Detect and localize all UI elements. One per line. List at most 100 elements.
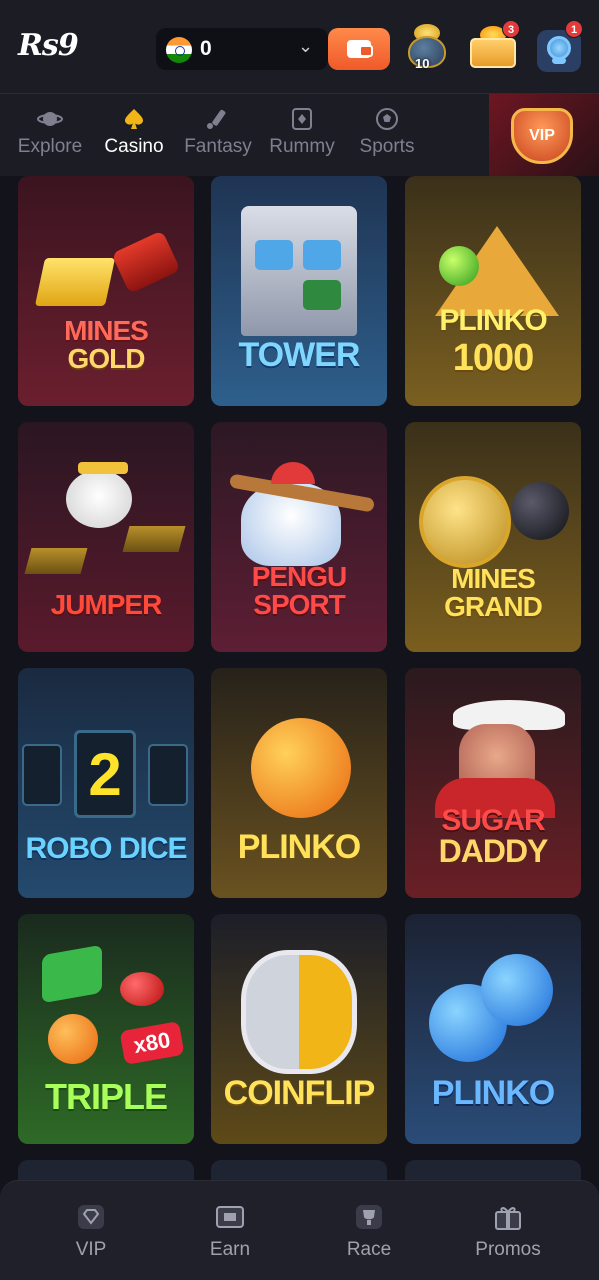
- nav-item-label: Sports: [359, 136, 415, 157]
- game-card-mines-gold[interactable]: MINES GOLD: [18, 176, 194, 406]
- game-card-coinflip[interactable]: COINFLIP: [211, 914, 387, 1144]
- notification-badge: 1: [565, 20, 583, 38]
- blue-ball-icon: [481, 954, 553, 1026]
- nav-item-label: Explore: [17, 136, 83, 157]
- vip-shield-icon: VIP: [511, 108, 573, 164]
- wallet-icon: [347, 40, 373, 58]
- game-card-triple[interactable]: x80 TRIPLE: [18, 914, 194, 1144]
- multiplier-badge-icon: x80: [119, 1021, 185, 1065]
- wallet-button[interactable]: [328, 28, 390, 70]
- vip-banner-button[interactable]: VIP: [489, 94, 599, 176]
- game-title: ROBO DICE: [25, 832, 187, 865]
- india-flag-icon: [166, 37, 192, 63]
- game-title: GOLD: [67, 343, 146, 374]
- bonus-pot-button[interactable]: 10: [404, 18, 450, 72]
- chevron-down-icon: ⌄: [298, 36, 314, 56]
- notification-badge: 3: [502, 20, 520, 38]
- game-title: TRIPLE: [44, 1076, 168, 1117]
- game-title: MINES: [451, 563, 536, 594]
- green-ball-icon: [439, 246, 479, 286]
- game-title: GRAND: [444, 591, 543, 622]
- game-card-plinko-blue[interactable]: PLINKO: [405, 914, 581, 1144]
- nav-item-fantasy[interactable]: Fantasy: [180, 108, 256, 168]
- game-card-robo-dice[interactable]: 2 ROBO DICE: [18, 668, 194, 898]
- panda-icon: [66, 470, 132, 528]
- tab-label: Promos: [475, 1239, 541, 1260]
- game-card-plinko[interactable]: PLINKO: [211, 668, 387, 898]
- tab-label: Earn: [209, 1239, 251, 1260]
- game-card-plinko-1000[interactable]: PLINKO 1000: [405, 176, 581, 406]
- nav-item-label: Casino: [104, 136, 164, 157]
- tab-label: Race: [346, 1239, 392, 1260]
- coin-icon: [241, 950, 357, 1074]
- game-card-jumper[interactable]: JUMPER: [18, 422, 194, 652]
- cards-icon: [292, 108, 312, 130]
- spade-icon: [124, 109, 144, 129]
- tab-earn[interactable]: Earn: [185, 1203, 275, 1261]
- game-title: SUGAR: [441, 804, 545, 837]
- dice-display-icon: [148, 744, 188, 806]
- balance-selector[interactable]: 0 ⌄: [156, 28, 328, 70]
- game-card-sugar-daddy[interactable]: SUGAR DADDY: [405, 668, 581, 898]
- game-title: MINES: [64, 315, 149, 346]
- chest-icon: [470, 38, 516, 68]
- trophy-icon: [356, 1205, 382, 1229]
- santa-hat-icon: [271, 462, 315, 484]
- gold-coin-icon: [419, 476, 511, 568]
- question-tile-icon: [255, 240, 293, 270]
- balance-amount: 0: [200, 37, 212, 60]
- castle-tower-icon: [241, 206, 357, 336]
- game-title: TOWER: [238, 336, 361, 374]
- nav-item-sports[interactable]: Sports: [352, 108, 422, 168]
- dice-display-icon: [22, 744, 62, 806]
- game-title: PLINKO: [237, 828, 361, 866]
- vip-label: VIP: [529, 127, 555, 144]
- nav-item-explore[interactable]: Explore: [12, 108, 88, 168]
- cricket-bat-icon: [207, 109, 226, 129]
- game-title: PLINKO: [439, 304, 547, 337]
- planet-icon: [37, 112, 63, 126]
- brand-logo[interactable]: Rs9: [18, 28, 79, 63]
- orange-ball-icon: [251, 718, 351, 818]
- platform-icon: [122, 526, 186, 552]
- sunglasses-icon: [78, 462, 128, 474]
- game-title: PENGU: [251, 561, 348, 592]
- game-title: SPORT: [253, 589, 345, 620]
- game-title: 1000: [452, 337, 535, 379]
- nav-item-label: Fantasy: [184, 136, 252, 157]
- diamond-icon: [78, 1205, 104, 1229]
- pot-count: 10: [415, 56, 430, 71]
- nav-item-label: Rummy: [269, 136, 335, 157]
- dice-display-icon: 2: [74, 730, 136, 818]
- top-bar: Rs9 0 ⌄ 10 3 1: [0, 0, 599, 94]
- grape-tile-icon: [42, 944, 102, 1004]
- tab-promos[interactable]: Promos: [463, 1203, 553, 1261]
- game-card-mines-grand[interactable]: MINES GRAND: [405, 422, 581, 652]
- football-icon: [376, 108, 398, 130]
- nav-item-rummy[interactable]: Rummy: [264, 108, 340, 168]
- gem-tile-icon: [303, 280, 341, 310]
- tab-vip[interactable]: VIP: [46, 1203, 136, 1261]
- nav-item-casino[interactable]: Casino: [100, 108, 168, 168]
- game-card-tower[interactable]: TOWER: [211, 176, 387, 406]
- game-title: DADDY: [438, 833, 549, 869]
- game-title: COINFLIP: [223, 1074, 376, 1112]
- tab-label: VIP: [75, 1239, 107, 1260]
- gold-bar-icon: [34, 258, 116, 306]
- tab-race[interactable]: Race: [324, 1203, 414, 1261]
- gift-icon: [495, 1207, 521, 1230]
- game-card-pengu-sport[interactable]: PENGU SPORT: [211, 422, 387, 652]
- ticket-icon: [216, 1206, 244, 1228]
- orange-fruit-icon: [48, 1014, 98, 1064]
- cherry-icon: [120, 972, 164, 1006]
- bomb-icon: [511, 482, 569, 540]
- bottom-tab-bar: VIP Earn Race Promos: [0, 1180, 599, 1280]
- game-title: JUMPER: [50, 589, 163, 620]
- dynamite-icon: [111, 230, 181, 294]
- question-tile-icon: [303, 240, 341, 270]
- game-title: PLINKO: [431, 1074, 555, 1112]
- treasure-chest-button[interactable]: 3: [468, 18, 520, 72]
- support-button[interactable]: 1: [537, 20, 583, 72]
- support-agent-icon: [547, 36, 571, 64]
- platform-icon: [24, 548, 88, 574]
